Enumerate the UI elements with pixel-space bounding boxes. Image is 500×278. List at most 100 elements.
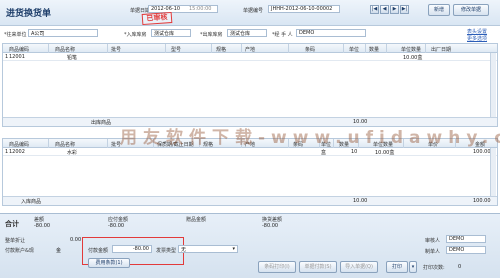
out-warehouse-value: 测试仓库	[230, 31, 251, 37]
page-title: 进货换货单	[6, 9, 52, 19]
out-col-separator	[386, 44, 387, 53]
in-table-scrollbar[interactable]	[490, 148, 496, 196]
pay-amount-label: 付款金额	[88, 248, 109, 254]
account-label: 付款账户&现	[5, 248, 34, 254]
in-col-name: 商品编码	[9, 142, 30, 148]
row-unit: 盒	[321, 150, 327, 156]
in-col-name: 商品名称	[55, 142, 76, 148]
reviewer-label: 审核人	[425, 238, 441, 244]
watermark: 用友软件下载-www.ufidawhy.com	[120, 128, 500, 148]
in-total-label: 入库商品	[21, 199, 42, 205]
print-dropdown-button[interactable]: ▾	[409, 261, 417, 273]
reviewer-field[interactable]: DEMO	[446, 235, 486, 243]
pay-amount-value: -80.00	[132, 246, 149, 252]
row-code: 12001	[9, 54, 25, 60]
payable-value: -80.00	[108, 223, 125, 229]
out-table-scrollbar[interactable]	[490, 53, 496, 117]
out-col-separator	[365, 44, 366, 53]
total-heading: 合计	[5, 220, 19, 228]
import-document-button[interactable]: 导入单据(Q)	[340, 261, 378, 273]
document-pay-button[interactable]: 单据付款(S)	[299, 261, 337, 273]
row-product-name: 水彩	[67, 150, 78, 156]
new-button[interactable]: 新增	[428, 4, 450, 16]
first-record-button[interactable]: |◀	[370, 5, 379, 14]
out-col-separator	[107, 44, 108, 53]
in-warehouse-label: *入库库房	[124, 32, 147, 38]
out-col-name: 条码	[305, 47, 316, 53]
fee-terms-button[interactable]: 费用条款(1)	[88, 258, 130, 268]
out-col-name: 单位数量	[401, 47, 422, 53]
out-warehouse-label: *出库库房	[200, 32, 223, 38]
print-count-value: 0	[458, 264, 462, 270]
out-col-separator	[211, 44, 212, 53]
date-field[interactable]: 2012-06-10 15:00:00	[148, 5, 218, 13]
handler-label: *经 手 人	[272, 32, 293, 38]
discount-value: 0.00	[70, 237, 82, 243]
time-value: 15:00:00	[189, 6, 212, 12]
next-record-button[interactable]: ▶	[390, 5, 399, 14]
gift-amount-label: 赠品金额	[186, 217, 207, 223]
row-amount: 100.00	[473, 149, 491, 155]
row-index: 1	[5, 54, 9, 60]
last-record-button[interactable]: ▶|	[400, 5, 409, 14]
row-qty: 10	[351, 149, 358, 155]
docno-label: 单据编号	[243, 8, 264, 14]
in-warehouse-field[interactable]: 测试仓库	[151, 29, 191, 37]
invoice-type-select[interactable]: 无 ▾	[178, 245, 238, 253]
out-col-name: 批号	[111, 47, 122, 53]
row-index: 1	[5, 149, 9, 155]
out-col-separator	[165, 44, 166, 53]
out-col-separator	[288, 44, 289, 53]
out-goods-table: 商品编码 商品名称 批号 型号 规格 产地 条码 单位 数量 单位数量 出厂日期…	[2, 43, 498, 127]
vendor-field[interactable]: A公司	[28, 29, 98, 37]
out-col-separator	[425, 44, 426, 53]
chevron-down-icon: ▾	[411, 264, 415, 270]
header-settings-link[interactable]: 表头设置	[467, 28, 487, 35]
out-col-separator	[343, 44, 344, 53]
row-product-name: 铅笔	[67, 55, 78, 61]
payable-label: 应付金额	[108, 217, 129, 223]
in-total-amount: 100.00	[473, 198, 491, 204]
out-table-header: 商品编码 商品名称 批号 型号 规格 产地 条码 单位 数量 单位数量 出厂日期	[3, 44, 497, 53]
in-col-separator	[107, 139, 108, 148]
exchange-diff-value: -80.00	[262, 223, 279, 229]
barcode-print-button[interactable]: 条码打印(I)	[258, 261, 296, 273]
row-unit-qty: 10.00盒	[403, 55, 423, 61]
invoice-type-label: 发票类型	[156, 248, 177, 254]
out-col-name: 单位	[349, 47, 360, 53]
prev-record-button[interactable]: ◀	[380, 5, 389, 14]
handler-field[interactable]: DEMO	[296, 29, 366, 37]
docno-field[interactable]: JHHH-2012-06-10-00002	[268, 5, 340, 13]
out-col-name: 出厂日期	[431, 47, 452, 53]
account-value: 金	[56, 248, 62, 254]
maker-label: 制单人	[425, 249, 441, 255]
out-col-separator	[241, 44, 242, 53]
out-col-name: 规格	[216, 47, 227, 53]
maker-value: DEMO	[449, 247, 465, 253]
out-col-name: 产地	[245, 47, 256, 53]
in-warehouse-value: 测试仓库	[154, 31, 175, 37]
reviewer-value: DEMO	[449, 236, 465, 242]
pay-amount-field[interactable]: -80.00	[112, 245, 152, 253]
in-col-separator	[48, 139, 49, 148]
in-goods-table: 商品编码 商品名称 批号 保质期/截止日期 规格 产地 条码 单位 数量 单位数…	[2, 138, 498, 206]
in-total-qty: 10.00	[353, 198, 368, 204]
table-row[interactable]: 1 12002 水彩 盒 10 10.00盒 100.00	[3, 148, 497, 156]
out-col-name: 商品名称	[55, 47, 76, 53]
row-unit-qty: 10.00盒	[375, 150, 395, 156]
modify-button[interactable]: 修改单据	[453, 4, 489, 16]
table-row[interactable]: 1 12001 铅笔 10.00盒	[3, 53, 497, 61]
print-count-label: 打印次数:	[423, 265, 445, 271]
out-total-label: 出库商品	[91, 120, 112, 126]
discount-label: 整单折让	[5, 238, 26, 244]
out-col-name: 商品编码	[9, 47, 30, 53]
vendor-label: *往来单位	[4, 32, 27, 38]
more-options-link[interactable]: 更多选项	[467, 35, 487, 42]
maker-field[interactable]: DEMO	[446, 246, 486, 254]
out-warehouse-field[interactable]: 测试仓库	[227, 29, 267, 37]
date-value: 2012-06-10	[151, 6, 181, 12]
vendor-value: A公司	[31, 31, 45, 37]
print-button[interactable]: 打印	[386, 261, 408, 273]
diff-label: 差额	[34, 217, 45, 223]
handler-value: DEMO	[299, 30, 315, 36]
